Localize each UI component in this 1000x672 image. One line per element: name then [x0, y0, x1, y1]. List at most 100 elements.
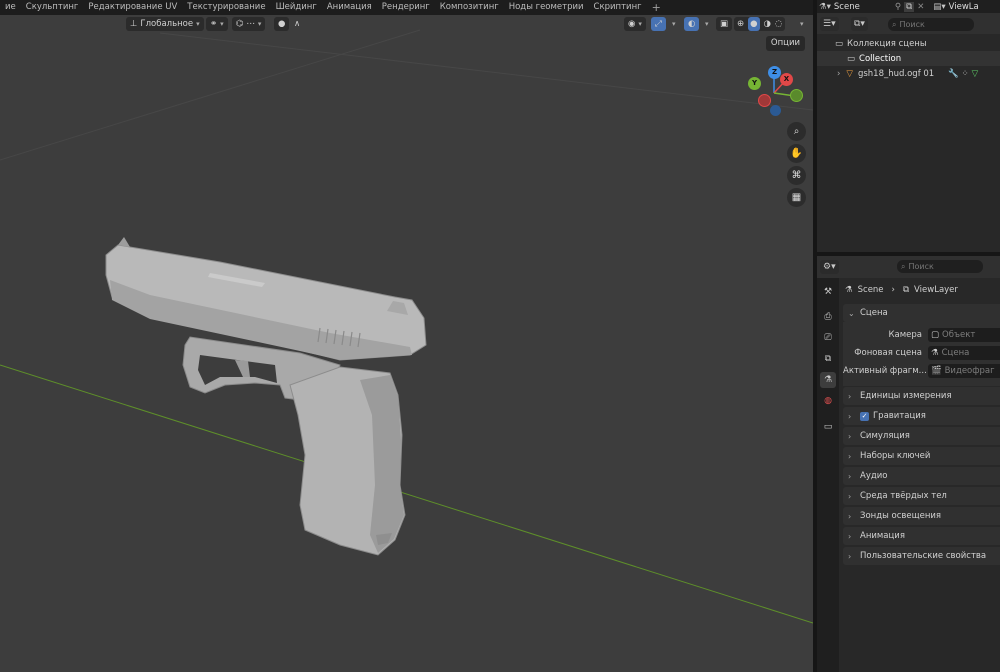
active-clip-field[interactable]: 🎬 Видеофраг: [928, 364, 1000, 378]
tab-render[interactable]: ⎙: [820, 309, 836, 325]
collection-row[interactable]: ▭ Collection: [817, 51, 1000, 66]
proportional-editing-toggle[interactable]: ●: [274, 17, 290, 31]
mesh-data-icon[interactable]: ▽: [972, 69, 979, 79]
tab-animation[interactable]: Анимация: [322, 0, 377, 15]
snap-toggle[interactable]: ⌬ ⋯ ▾: [232, 17, 266, 31]
camera-view-button[interactable]: ⌘: [787, 166, 806, 185]
custom-properties-panel[interactable]: › Пользовательские свойства: [843, 547, 1000, 565]
mesh-object-icon: ▽: [846, 68, 853, 79]
proportional-icon: ●: [278, 19, 286, 29]
scene-collection-row[interactable]: ▭ Коллекция сцены: [817, 36, 1000, 51]
x-axis-handle[interactable]: X: [780, 73, 793, 86]
falloff-dropdown[interactable]: ∧: [290, 17, 304, 31]
z-axis-handle[interactable]: Z: [768, 66, 781, 79]
visibility-dropdown[interactable]: ◉ ▾: [624, 17, 646, 31]
view-layer-icon[interactable]: ▤▾: [933, 2, 945, 12]
tab-tool[interactable]: ⚒: [820, 284, 836, 300]
animation-panel-title: Анимация: [860, 531, 905, 541]
tab-scripting[interactable]: Скриптинг: [589, 0, 647, 15]
outliner-editor: ⚗▾ Scene ⚲ ⧉ ✕ ▤▾ ViewLa ☰▾ ⧉▾ ⌕ Поиск ▭…: [817, 0, 1000, 252]
wrench-icon[interactable]: 🔧: [948, 69, 962, 79]
tab-shading[interactable]: Шейдинг: [271, 0, 322, 15]
tab-uv-editing[interactable]: Редактирование UV: [83, 0, 182, 15]
properties-search-input[interactable]: ⌕ Поиск: [897, 260, 983, 273]
chevron-down-icon: ▾: [705, 20, 709, 28]
perspective-toggle-button[interactable]: ▦: [787, 188, 806, 207]
vertex-groups-icon[interactable]: ⁘: [962, 69, 972, 79]
tab-view-layer[interactable]: ⧉: [820, 351, 836, 367]
animation-panel[interactable]: › Анимация: [843, 527, 1000, 545]
pivot-point-dropdown[interactable]: ⚭ ▾: [206, 17, 228, 31]
chevron-right-icon: ›: [848, 431, 852, 441]
tab-rendering[interactable]: Рендеринг: [377, 0, 435, 15]
units-panel[interactable]: › Единицы измерения: [843, 387, 1000, 405]
tab-collection[interactable]: ▭: [820, 419, 836, 435]
camera-field[interactable]: ▢ Объект: [928, 328, 1000, 342]
gravity-panel-title: Гравитация: [873, 411, 926, 421]
close-icon[interactable]: ✕: [917, 2, 924, 12]
simulation-panel[interactable]: › Симуляция: [843, 427, 1000, 445]
chevron-down-icon: ▾: [257, 20, 262, 28]
light-probes-panel[interactable]: › Зонды освещения: [843, 507, 1000, 525]
audio-panel[interactable]: › Аудио: [843, 467, 1000, 485]
viewport-header: ⊥ Глобальное ▾ ⚭ ▾ ⌬ ⋯ ▾ ● ∧ ◉ ▾ ⤢ ▾ ◐ ▾…: [0, 15, 813, 34]
tab-scene[interactable]: ⚗: [820, 372, 836, 388]
eye-icon: ◉: [628, 19, 636, 29]
gizmo-toggle[interactable]: ⤢: [651, 17, 666, 31]
scene-panel-header[interactable]: ⌄ Сцена: [843, 304, 1000, 322]
tab-world[interactable]: ◍: [820, 393, 836, 409]
snap-icon: ⌬: [236, 19, 244, 29]
xray-icon: ▣: [720, 19, 729, 29]
background-scene-field[interactable]: ⚗ Сцена: [928, 346, 1000, 360]
rigid-body-world-panel-title: Среда твёрдых тел: [860, 491, 947, 501]
view-layer-name[interactable]: ViewLa: [949, 2, 979, 12]
pistol-model[interactable]: [105, 237, 427, 556]
wireframe-shading-icon[interactable]: ⊕: [737, 17, 744, 31]
gravity-panel[interactable]: › ✓ Гравитация: [843, 407, 1000, 425]
add-workspace-button[interactable]: +: [647, 0, 666, 15]
gravity-checkbox[interactable]: ✓: [860, 411, 869, 421]
tab-texture-paint[interactable]: Текстурирование: [182, 0, 270, 15]
shading-dropdown[interactable]: ▾: [796, 17, 808, 31]
solid-shading-icon[interactable]: ●: [748, 17, 760, 31]
neg-z-axis-handle[interactable]: [770, 105, 781, 116]
scene-name[interactable]: Scene: [834, 2, 892, 12]
tab-compositing[interactable]: Композитинг: [435, 0, 504, 15]
new-scene-icon[interactable]: ⧉: [904, 1, 915, 12]
breadcrumb-separator-icon: ›: [891, 285, 895, 295]
collection-box-icon: ▭: [847, 53, 856, 64]
overlays-dropdown[interactable]: ▾: [701, 17, 713, 31]
tab-layout[interactable]: ие: [0, 0, 21, 15]
y-axis-handle[interactable]: Y: [748, 77, 761, 90]
neg-y-axis-handle[interactable]: [790, 89, 803, 102]
filter-dropdown[interactable]: ⧉▾: [851, 17, 868, 31]
scene-icon[interactable]: ⚗▾: [817, 2, 831, 12]
display-mode-dropdown[interactable]: ☰▾: [820, 17, 839, 31]
tab-sculpting[interactable]: Скульптинг: [21, 0, 84, 15]
scene-icon: ⚗: [823, 375, 833, 385]
xray-toggle[interactable]: ▣: [716, 17, 733, 31]
3d-viewport[interactable]: ⊥ Глобальное ▾ ⚭ ▾ ⌬ ⋯ ▾ ● ∧ ◉ ▾ ⤢ ▾ ◐ ▾…: [0, 15, 813, 672]
gizmo-dropdown[interactable]: ▾: [668, 17, 680, 31]
rendered-shading-icon[interactable]: ◌: [775, 17, 782, 31]
shading-mode-group: ⊕ ● ◑ ◌: [734, 17, 786, 31]
pan-button[interactable]: ✋: [787, 144, 806, 163]
material-shading-icon[interactable]: ◑: [764, 17, 771, 31]
outliner-search-input[interactable]: ⌕ Поиск: [888, 18, 974, 31]
transform-orientation-dropdown[interactable]: ⊥ Глобальное ▾: [126, 17, 204, 31]
zoom-button[interactable]: ⌕: [787, 122, 806, 141]
pin-icon[interactable]: ⚲: [895, 2, 901, 12]
object-row[interactable]: › ▽ gsh18_hud.ogf 01 🔧 ⁘ ▽: [817, 66, 1000, 81]
outliner-header: ⚗▾ Scene ⚲ ⧉ ✕ ▤▾ ViewLa ☰▾ ⧉▾ ⌕ Поиск: [817, 0, 1000, 34]
rigid-body-world-panel[interactable]: › Среда твёрдых тел: [843, 487, 1000, 505]
overlays-toggle[interactable]: ◐: [684, 17, 700, 31]
expand-chevron-icon[interactable]: ›: [817, 69, 846, 79]
breadcrumb-scene: Scene: [857, 285, 884, 295]
neg-x-axis-handle[interactable]: [758, 94, 771, 107]
tab-output[interactable]: ⎚: [820, 330, 836, 346]
camera-field-row: Камера ▢ Объект: [843, 327, 1000, 343]
editor-type-dropdown[interactable]: ⚙▾: [820, 260, 839, 274]
options-button[interactable]: Опции: [765, 36, 805, 51]
tab-geometry-nodes[interactable]: Ноды геометрии: [504, 0, 589, 15]
keying-sets-panel[interactable]: › Наборы ключей: [843, 447, 1000, 465]
